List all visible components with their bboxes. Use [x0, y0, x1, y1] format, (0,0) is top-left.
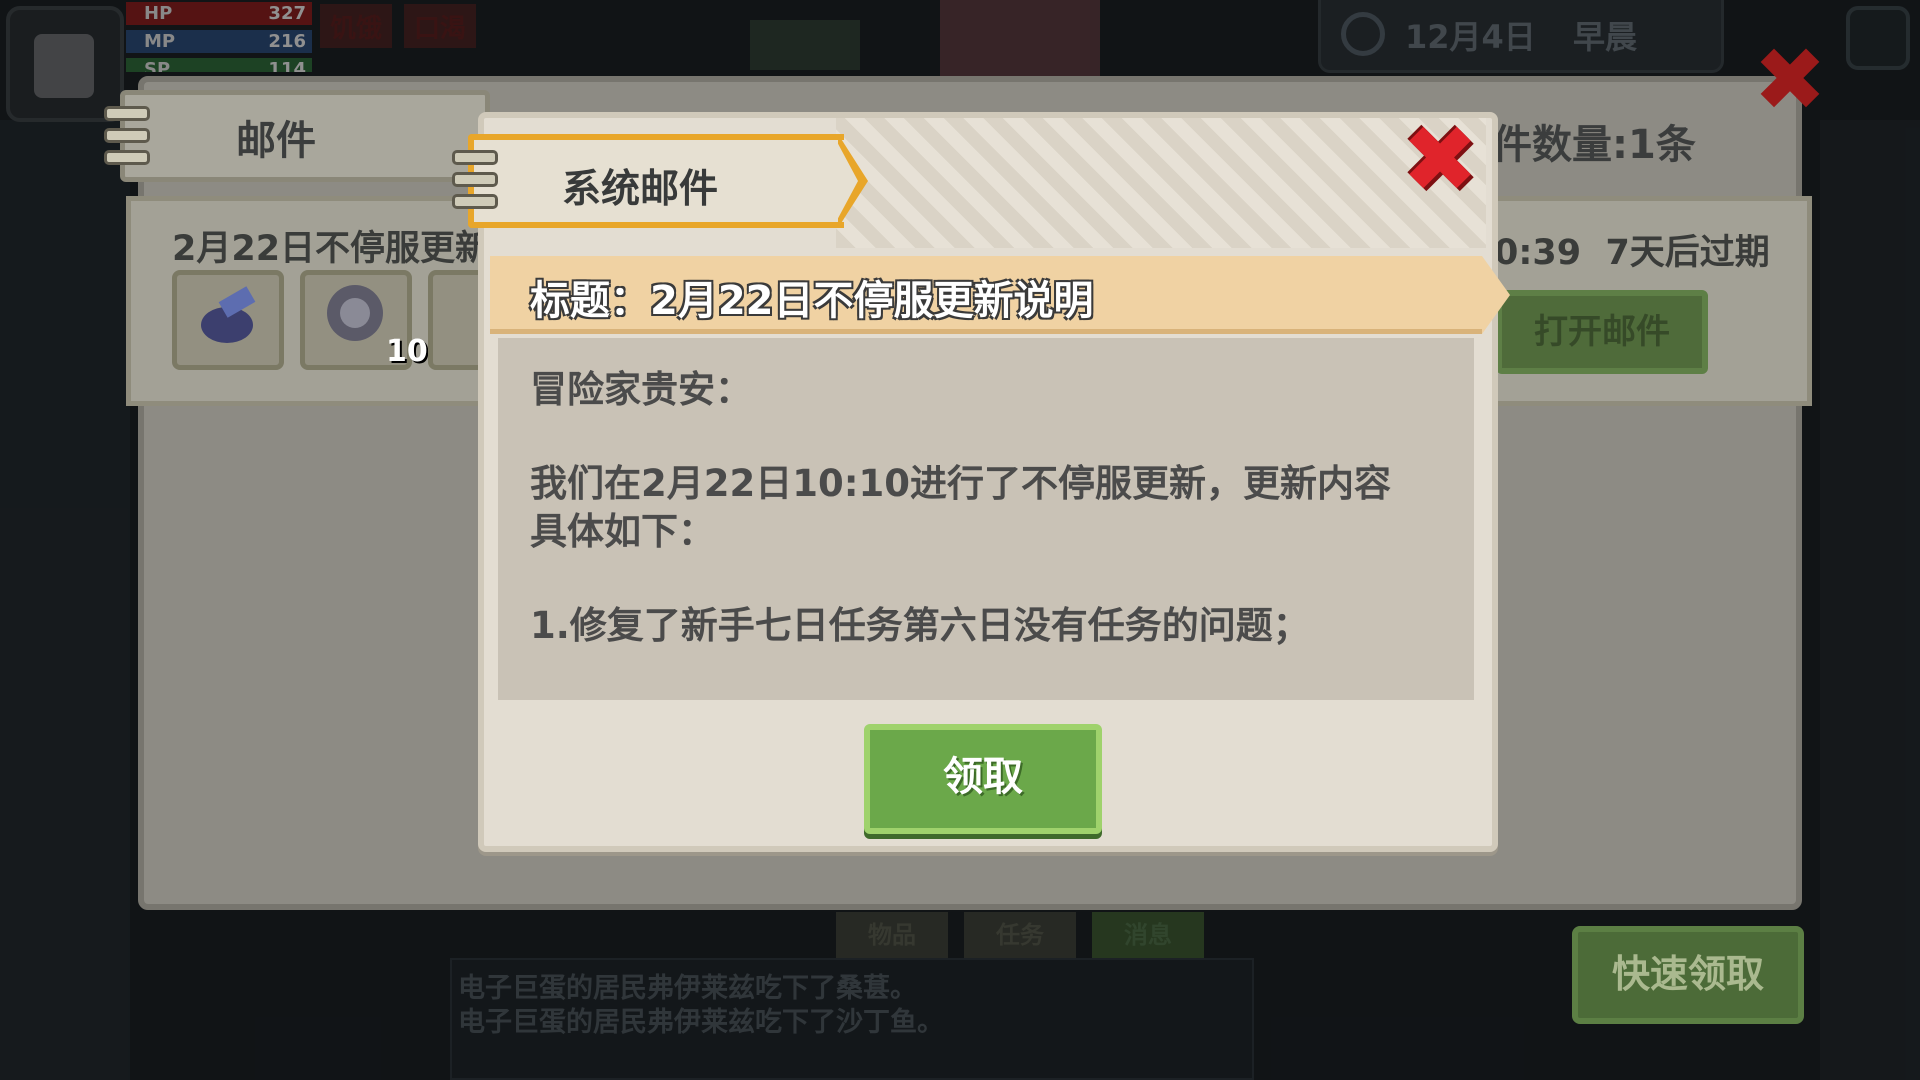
spiral-ring: [452, 172, 498, 187]
quick-claim-button[interactable]: 快速领取: [1572, 926, 1804, 1024]
ribbon-tip: [1482, 256, 1510, 334]
spiral-ring: [104, 106, 150, 121]
popup-decoration: [836, 118, 1486, 248]
mail-body-line: 我们在2月22日10:10进行了不停服更新，更新内容: [530, 462, 1392, 505]
mail-body-line: 1.修复了新手七日任务第六日没有任务的问题；: [530, 604, 1310, 647]
item-count: 10: [386, 334, 428, 369]
mail-list-title: 2月22日不停服更新: [172, 229, 491, 269]
claim-button[interactable]: 领取: [864, 724, 1102, 834]
spiral-ring: [104, 128, 150, 143]
open-mail-button[interactable]: 打开邮件: [1496, 290, 1708, 374]
mail-expire-time: 0:39 7天后过期: [1494, 224, 1770, 275]
mail-list-expire: 7天后过期: [1605, 233, 1770, 273]
mail-title: 标题：2月22日不停服更新说明: [530, 278, 1094, 324]
system-mail-tab-label: 系统邮件: [562, 167, 719, 212]
scroll-item-svg: [201, 286, 256, 343]
close-icon[interactable]: ✖: [1398, 114, 1482, 206]
spiral-ring: [452, 194, 498, 209]
spiral-ring: [452, 150, 498, 165]
mail-tab-label: 邮件: [236, 118, 316, 164]
close-icon[interactable]: ✖: [1752, 36, 1828, 124]
mail-greeting: 冒险家贵安：: [530, 368, 752, 411]
tab-tip-inner: [836, 140, 858, 222]
mail-body-line: 具体如下：: [530, 510, 715, 553]
spiral-ring: [104, 150, 150, 165]
scroll-item-icon[interactable]: [172, 270, 284, 370]
